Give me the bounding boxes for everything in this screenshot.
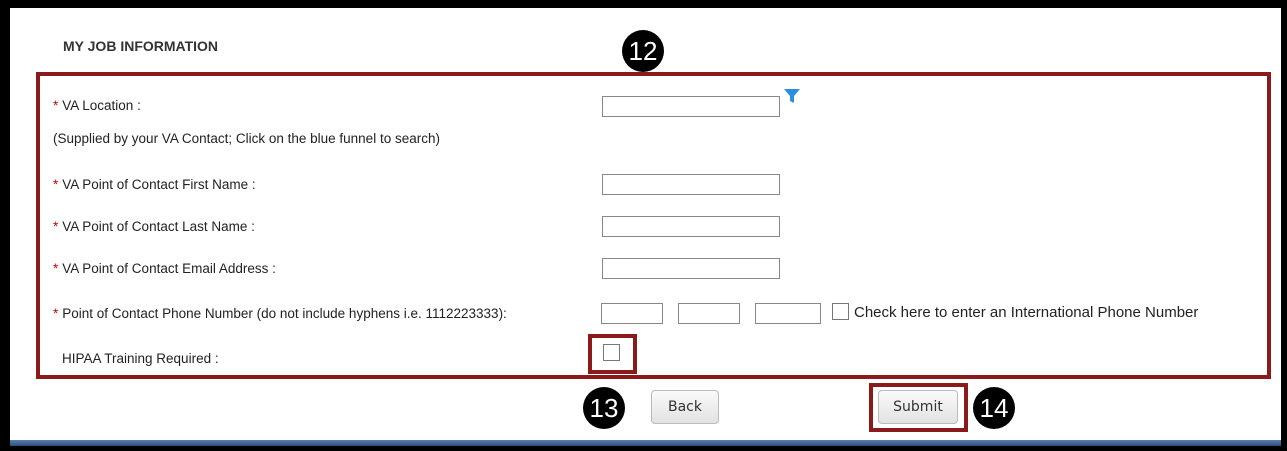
poc-first-name-label-text: VA Point of Contact First Name : [62,177,256,192]
callout-14: 14 [973,387,1015,429]
poc-first-name-label: * VA Point of Contact First Name : [53,177,256,192]
poc-phone-label: * Point of Contact Phone Number (do not i… [53,306,507,321]
va-location-hint: (Supplied by your VA Contact; Click on t… [53,131,440,146]
poc-email-label: * VA Point of Contact Email Address : [53,261,276,276]
va-location-label: * VA Location : [53,98,141,113]
international-phone-label: Check here to enter an International Pho… [854,304,1199,321]
back-button[interactable]: Back [651,390,719,424]
va-location-label-text: VA Location : [62,98,141,113]
poc-email-input[interactable] [602,258,780,279]
required-marker: * [53,98,59,113]
poc-last-name-input[interactable] [602,216,780,237]
phone-area-code-input[interactable] [601,303,663,324]
poc-first-name-input[interactable] [602,174,780,195]
callout-13: 13 [583,387,625,429]
poc-last-name-label: * VA Point of Contact Last Name : [53,219,255,234]
poc-phone-label-text: Point of Contact Phone Number (do not in… [62,306,507,321]
phone-prefix-input[interactable] [678,303,740,324]
section-title: MY JOB INFORMATION [63,38,219,54]
submit-button[interactable]: Submit [878,390,958,424]
phone-line-number-input[interactable] [755,303,821,324]
va-location-input[interactable] [602,96,780,117]
required-marker: * [53,177,59,192]
international-phone-checkbox[interactable] [832,303,849,320]
required-marker: * [53,219,59,234]
required-marker: * [53,261,59,276]
poc-last-name-label-text: VA Point of Contact Last Name : [62,219,255,234]
poc-email-label-text: VA Point of Contact Email Address : [62,261,276,276]
required-marker: * [53,306,59,321]
filter-funnel-icon[interactable] [783,88,801,104]
bottom-divider [10,440,1281,446]
callout-12: 12 [622,30,664,72]
hipaa-label: HIPAA Training Required : [62,351,219,366]
hipaa-checkbox[interactable] [603,344,620,361]
